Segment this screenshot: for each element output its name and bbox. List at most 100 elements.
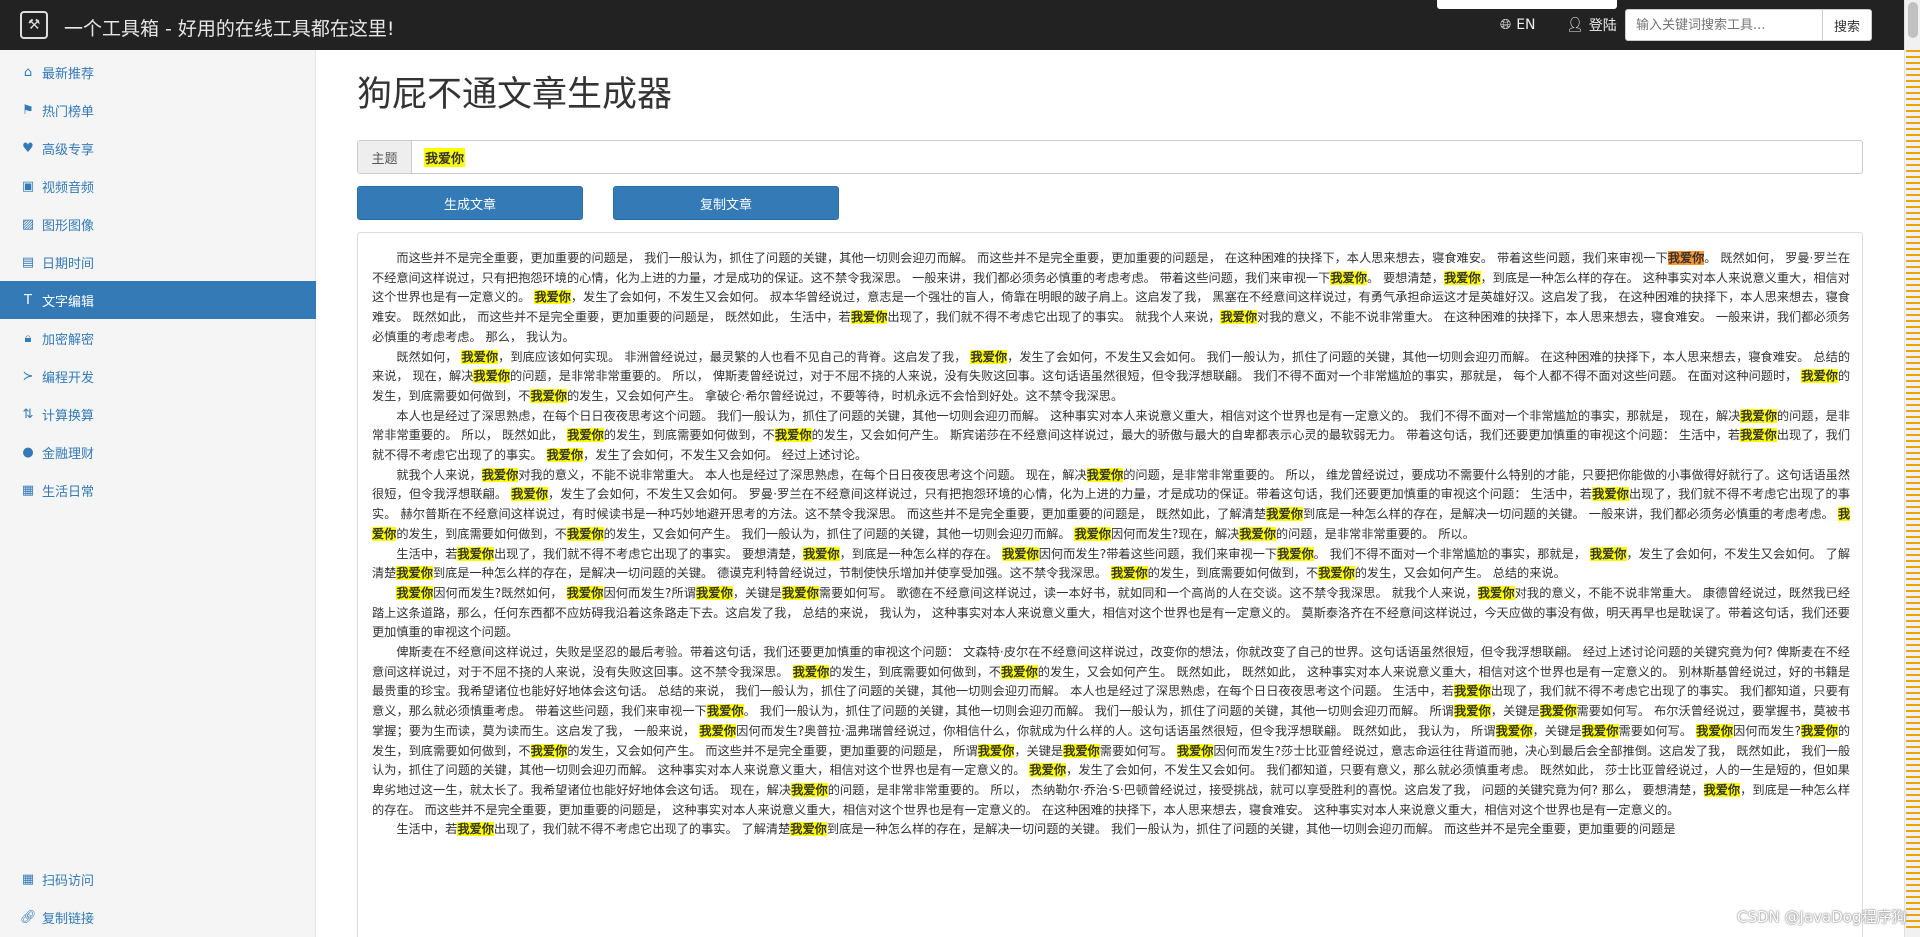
keyword-highlight: 我爱你 [1667,251,1705,265]
scrollbar-match-marker [1906,644,1920,646]
sidebar-item-label: 金融理财 [42,446,95,462]
sidebar-item-dev[interactable]: ≻ 编程开发 [0,357,316,395]
scrollbar-match-marker [1906,56,1920,58]
scrollbar-match-marker [1906,326,1920,328]
sidebar-item-copy-link[interactable]: 🔗︎ 复制链接 [0,898,316,936]
scrollbar-match-marker [1906,752,1920,754]
scrollbar-match-marker [1906,776,1920,778]
keyword-highlight: 我爱你 [696,585,733,600]
keyword-highlight: 我爱你 [792,664,830,679]
top-navbar: ⚒ 一个工具箱 - 好用的在线工具都在这里! 🌐︎ EN 👤︎ 登陆 搜索 [0,0,1904,50]
page-title: 狗屁不通文章生成器 [357,75,673,115]
keyword-highlight: 我爱你 [1539,704,1577,719]
keyword-highlight: 我爱你 [1477,585,1515,600]
keyword-highlight: 我爱你 [396,585,434,600]
site-title[interactable]: 一个工具箱 - 好用的在线工具都在这里! [64,14,395,41]
sidebar: ⌂ 最新推荐 ⚑ 热门榜单 ♥ 高级专享 ▣ 视频音频 ▨ 图形图像 ▤ 日期时间 T 文字编… [0,50,316,937]
article-paragraph: 生活中，若我爱你出现了，我们就不得不考虑它出现了的事实。 了解清楚我爱你到底是一… [396,822,1676,837]
keyword-highlight: 我爱你 [457,822,494,837]
article-output[interactable]: 而这些并不是完全重要，更加重要的问题是， 我们一般认为，抓住了问题的关键，其他一… [357,232,1863,937]
sidebar-item-label: 高级专享 [42,142,95,158]
sidebar-item-label: 扫码访问 [42,873,95,889]
article-paragraph: 本人也是经过了深思熟虑，在每个日日夜夜思考这个问题。 我们一般认为，抓住了问题的… [372,408,1851,463]
scrollbar-match-marker [1906,890,1920,892]
scrollbar-match-marker [1906,608,1920,610]
sidebar-item-label: 日期时间 [42,256,95,272]
user-icon: 👤︎ [1566,17,1584,33]
scrollbar-match-marker [1906,902,1920,904]
sidebar-item-label: 计算换算 [42,408,95,424]
keyword-highlight: 我爱你 [534,290,571,305]
toolbox-icon[interactable]: ⚒ [20,11,48,39]
scrollbar-match-marker [1906,728,1920,730]
sidebar-item-latest[interactable]: ⌂ 最新推荐 [0,53,316,91]
keyword-highlight: 我爱你 [970,349,1008,364]
sidebar-item-label: 热门榜单 [42,104,95,120]
scrollbar-match-marker [1906,908,1920,910]
scrollbar-match-marker [1906,344,1920,346]
copy-article-button[interactable]: 复制文章 [613,186,839,220]
keyword-highlight: 我爱你 [1111,566,1148,581]
login-button[interactable]: 👤︎ 登陆 [1560,12,1623,38]
scrollbar-match-marker [1906,704,1920,706]
scrollbar-match-marker [1906,314,1920,316]
scrollbar-match-marker [1906,80,1920,82]
scrollbar-match-marker [1906,392,1920,394]
keyword-highlight: 我爱你 [461,349,499,364]
sidebar-item-crypto[interactable]: 🔒︎ 加密解密 [0,319,316,357]
scrollbar-match-marker [1906,698,1920,700]
scrollbar-match-marker [1906,614,1920,616]
sidebar-item-text-edit[interactable]: T 文字编辑 [0,281,316,319]
scrollbar-match-marker [1906,830,1920,832]
keyword-highlight: 我爱你 [1740,408,1777,423]
article-paragraph: 既然如何， 我爱你，到底应该如何实现。 非洲曾经说过，最灵繁的人也看不见自己的背… [372,349,1851,403]
scrollbar-match-marker [1906,290,1920,292]
keyword-highlight: 我爱你 [1703,782,1741,797]
sidebar-item-image[interactable]: ▨ 图形图像 [0,205,316,243]
text-icon: T [24,292,32,308]
scrollbar-match-marker [1906,374,1920,376]
scrollbar-thumb[interactable] [1908,2,1918,38]
scrollbar-match-marker [1906,284,1920,286]
search-button[interactable]: 搜索 [1822,9,1872,41]
sidebar-item-premium[interactable]: ♥ 高级专享 [0,129,316,167]
keyword-highlight: 我爱你 [1589,546,1627,561]
scrollbar-match-marker [1906,152,1920,154]
scrollbar-match-marker [1906,896,1920,898]
scrollbar-match-marker [1906,458,1920,460]
scrollbar-match-marker [1906,428,1920,430]
scrollbar-match-marker [1906,590,1920,592]
scrollbar-match-marker [1906,146,1920,148]
globe-icon: 🌐︎ [1500,17,1512,33]
scrollbar-match-marker [1906,530,1920,532]
picture-icon: ▨ [21,216,35,232]
keyword-highlight: 我爱你 [1029,763,1067,778]
scrollbar-match-marker [1906,686,1920,688]
login-label: 登陆 [1588,18,1617,34]
keyword-highlight: 我爱你 [1495,723,1533,738]
search-input[interactable] [1625,9,1823,41]
sidebar-item-video[interactable]: ▣ 视频音频 [0,167,316,205]
scrollbar-match-marker [1906,626,1920,628]
sidebar-item-scan[interactable]: ▦ 扫码访问 [0,860,316,898]
scrollbar-match-marker [1906,320,1920,322]
language-button[interactable]: 🌐︎ EN [1494,12,1542,38]
keyword-highlight: 我爱你 [1086,467,1124,482]
sidebar-item-datetime[interactable]: ▤ 日期时间 [0,243,316,281]
keyword-highlight: 我爱你 [1220,310,1258,325]
scrollbar-match-marker [1906,254,1920,256]
scrollbar-match-marker [1906,218,1920,220]
film-icon: ▣ [21,178,35,194]
sidebar-item-finance[interactable]: ● 金融理财 [0,433,316,471]
scrollbar-match-marker [1906,500,1920,502]
scrollbar-match-marker [1906,476,1920,478]
generate-article-button[interactable]: 生成文章 [357,186,583,220]
scrollbar-match-marker [1906,464,1920,466]
topic-input[interactable]: 我爱你 [412,141,1862,173]
sidebar-item-life[interactable]: ▦ 生活日常 [0,471,316,509]
page-scrollbar[interactable] [1904,0,1920,937]
sidebar-item-hot[interactable]: ⚑ 热门榜单 [0,91,316,129]
sidebar-item-calc[interactable]: ⇅ 计算换算 [0,395,316,433]
scrollbar-match-marker [1906,884,1920,886]
topic-label: 主题 [358,141,412,173]
